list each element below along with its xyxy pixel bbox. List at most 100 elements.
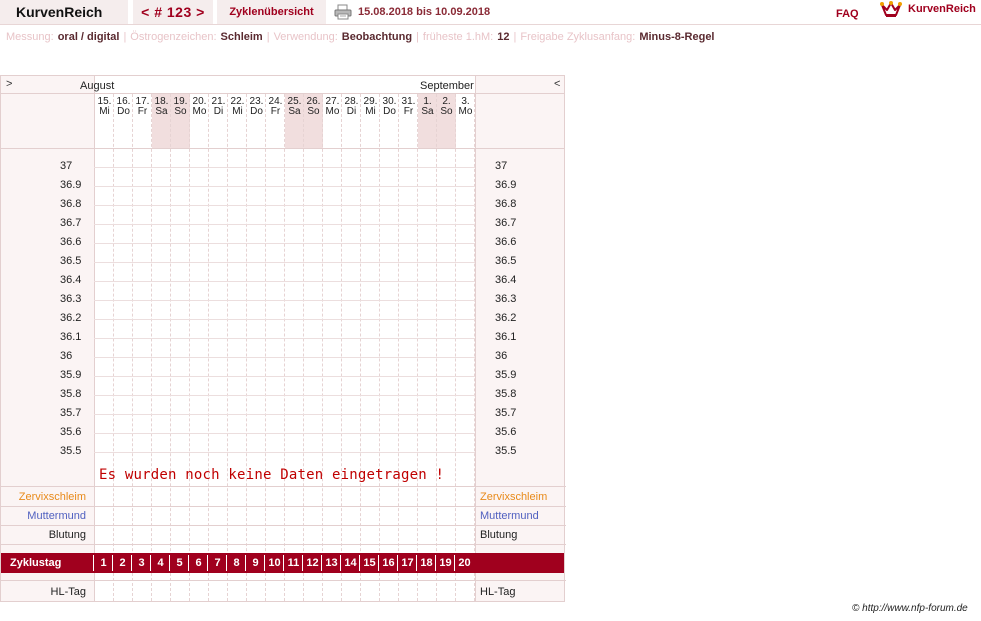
day-header[interactable]: 20. Mo	[190, 97, 209, 117]
cycle-day-number[interactable]: 16	[379, 557, 398, 569]
cycle-day-number[interactable]: 8	[227, 557, 246, 569]
temperature-label-left: 36.8	[60, 198, 82, 210]
row-divider	[1, 506, 566, 507]
temperature-label-right: 36.2	[495, 312, 517, 324]
cycle-day-number[interactable]: 10	[265, 557, 284, 569]
day-header[interactable]: 23. Do	[247, 97, 266, 117]
temperature-label-right: 35.9	[495, 369, 517, 381]
day-weekday: Fr	[403, 106, 414, 117]
temperature-label-left: 36.7	[60, 217, 82, 229]
cycle-day-number[interactable]: 14	[341, 557, 360, 569]
day-header[interactable]: 18. Sa	[152, 97, 171, 117]
cycle-day-number[interactable]: 12	[303, 557, 322, 569]
faq-link[interactable]: FAQ	[836, 4, 859, 24]
cycle-day-number[interactable]: 6	[189, 557, 208, 569]
cycle-day-divider	[207, 555, 208, 571]
cycle-day-number[interactable]: 18	[417, 557, 436, 569]
tab-cycle-overview[interactable]: Zyklenübersicht	[217, 0, 326, 24]
day-weekday: Di	[346, 106, 357, 117]
day-header[interactable]: 21. Di	[209, 97, 228, 117]
cycle-day-label: Zyklustag	[10, 557, 62, 569]
temperature-label-left: 35.8	[60, 388, 82, 400]
copyright-link[interactable]: © http://www.nfp-forum.de	[852, 603, 968, 614]
cycle-day-number[interactable]: 1	[94, 557, 113, 569]
day-header[interactable]: 22. Mi	[228, 97, 247, 117]
row-label-hl-tag-right: HL-Tag	[480, 586, 516, 598]
day-weekday: Mi	[365, 106, 376, 117]
cycle-day-number[interactable]: 13	[322, 557, 341, 569]
printer-icon[interactable]	[334, 4, 352, 20]
temperature-label-right: 35.7	[495, 407, 517, 419]
cycle-day-divider	[378, 555, 379, 571]
header-divider	[1, 148, 564, 149]
day-header[interactable]: 25. Sa	[285, 97, 304, 117]
cycle-day-divider	[416, 555, 417, 571]
row-label-hl-tag-left: HL-Tag	[50, 586, 86, 598]
cycle-day-divider	[302, 555, 303, 571]
cycle-day-number[interactable]: 9	[246, 557, 265, 569]
temperature-label-left: 35.5	[60, 445, 82, 457]
cycle-day-divider	[435, 555, 436, 571]
day-header[interactable]: 17. Fr	[133, 97, 152, 117]
setting-value-verwendung: Beobachtung	[341, 31, 413, 43]
cycle-day-number[interactable]: 17	[398, 557, 417, 569]
logo-text[interactable]: KurvenReich	[908, 3, 976, 15]
temperature-gridline	[94, 243, 475, 244]
cycle-day-number[interactable]: 11	[284, 557, 303, 569]
day-header[interactable]: 15. Mi	[95, 97, 114, 117]
jester-crown-icon[interactable]	[880, 1, 902, 19]
temperature-gridline	[94, 167, 475, 168]
day-header[interactable]: 26. So	[304, 97, 323, 117]
temperature-label-left: 36.5	[60, 255, 82, 267]
cycle-day-number[interactable]: 3	[132, 557, 151, 569]
no-data-message: Es wurden noch keine Daten eingetragen !	[99, 467, 445, 483]
day-header[interactable]: 24. Fr	[266, 97, 285, 117]
cycle-day-number[interactable]: 20	[455, 557, 474, 569]
cycle-day-number[interactable]: 19	[436, 557, 455, 569]
row-divider	[1, 580, 566, 581]
temperature-label-right: 37	[495, 160, 508, 172]
day-header[interactable]: 16. Do	[114, 97, 133, 117]
day-header[interactable]: 1. Sa	[418, 97, 437, 117]
temperature-label-left: 36.9	[60, 179, 82, 191]
temperature-label-left: 36.3	[60, 293, 82, 305]
day-weekday: Mo	[458, 106, 473, 117]
day-weekday: Fr	[270, 106, 281, 117]
cycle-day-number[interactable]: 5	[170, 557, 189, 569]
temperature-label-right: 36.9	[495, 179, 517, 191]
nav-next-button[interactable]: <	[554, 78, 560, 90]
cycle-day-number[interactable]: 7	[208, 557, 227, 569]
day-header[interactable]: 31. Fr	[399, 97, 418, 117]
day-header[interactable]: 30. Do	[380, 97, 399, 117]
temperature-gridline	[94, 262, 475, 263]
cycle-day-number[interactable]: 4	[151, 557, 170, 569]
separator: |	[416, 31, 419, 43]
temperature-gridline	[94, 300, 475, 301]
day-header[interactable]: 3. Mo	[456, 97, 475, 117]
setting-value-hm: 12	[497, 31, 510, 43]
temperature-gridline	[94, 395, 475, 396]
cycle-navigator[interactable]: < # 123 >	[133, 0, 213, 24]
temperature-label-right: 36.4	[495, 274, 517, 286]
row-label-zervixschleim-right: Zervixschleim	[480, 491, 548, 503]
cycle-day-divider	[245, 555, 246, 571]
day-weekday: Di	[213, 106, 224, 117]
day-header[interactable]: 2. So	[437, 97, 456, 117]
temperature-label-left: 35.9	[60, 369, 82, 381]
nav-prev-button[interactable]: >	[6, 78, 12, 90]
day-header[interactable]: 28. Di	[342, 97, 361, 117]
brand-title[interactable]: KurvenReich	[0, 0, 128, 24]
temperature-gridline	[94, 357, 475, 358]
cycle-day-divider	[321, 555, 322, 571]
day-weekday: Mi	[99, 106, 110, 117]
day-header[interactable]: 27. Mo	[323, 97, 342, 117]
cycle-day-number[interactable]: 15	[360, 557, 379, 569]
day-header[interactable]: 29. Mi	[361, 97, 380, 117]
setting-label-freigabe: Freigabe Zyklusanfang:	[520, 31, 636, 43]
day-weekday: Do	[383, 106, 396, 117]
day-header[interactable]: 19. So	[171, 97, 190, 117]
day-weekday: Mi	[232, 106, 243, 117]
cycle-day-number[interactable]: 2	[113, 557, 132, 569]
temperature-label-left: 36.1	[60, 331, 82, 343]
cycle-settings: Messung: oral / digital | Östrogenzeichen: S…	[6, 30, 715, 44]
